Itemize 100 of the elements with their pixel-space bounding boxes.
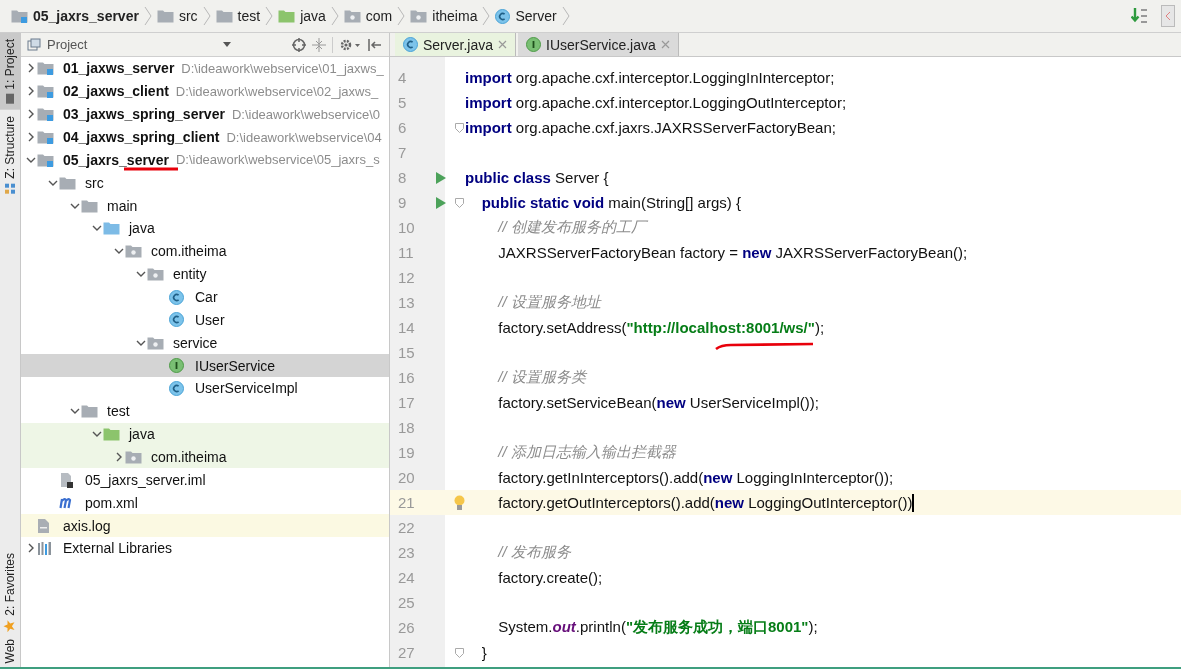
line-number: 17 (397, 394, 416, 411)
tree-row[interactable]: Car (21, 285, 389, 309)
tree-row[interactable]: pom.xml (21, 491, 389, 515)
breadcrumb-item[interactable]: 05_jaxrs_server (6, 8, 144, 24)
tree-row[interactable]: 05_jaxrs_server.iml (21, 468, 389, 492)
tree-item-label: User (195, 311, 225, 328)
tree-item-label: 05_jaxrs_server (63, 151, 169, 168)
package-icon (147, 267, 164, 282)
interface-icon (526, 37, 542, 52)
breadcrumb-item[interactable]: itheima (405, 8, 483, 24)
code-line: import org.apache.cxf.interceptor.LoggingInInterceptor; (465, 69, 835, 86)
tree-item-label: test (107, 403, 130, 420)
chevron-icon (202, 6, 211, 26)
tree-row[interactable]: 01_jaxws_server D:\ideawork\webservice\01_jaxws_ (21, 57, 389, 80)
code-line: factory.getOutInterceptors().add(new LoggingOutInterceptor()) (497, 494, 913, 511)
settings-icon[interactable] (339, 37, 361, 52)
code-line: factory.getInInterceptors().add(new LoggingInInterceptor()); (497, 469, 894, 486)
code-line: import org.apache.cxf.jaxrs.JAXRSServerFactoryBean; (465, 119, 836, 136)
line-number: 13 (397, 294, 416, 311)
editor-tab[interactable]: Server.java (395, 33, 517, 56)
tree-row[interactable]: UserServiceImpl (21, 377, 389, 400)
tree-row[interactable]: IUserService (21, 354, 389, 378)
tree-item-label: 01_jaxws_server (63, 60, 175, 77)
tree-item-label: axis.log (63, 517, 111, 534)
tree-row[interactable]: service (21, 331, 389, 355)
breadcrumb-item[interactable]: java (273, 8, 331, 24)
tree-row[interactable]: entity (21, 262, 389, 286)
line-number: 23 (397, 544, 416, 561)
lightbulb-icon[interactable] (454, 494, 465, 511)
module-folder-icon (37, 130, 54, 144)
chevron-icon (561, 6, 570, 26)
chevron-icon (265, 6, 274, 26)
code-line: factory.setAddress("http://localhost:8001/ws/"); (465, 319, 825, 336)
run-icon[interactable] (436, 171, 446, 184)
class-icon (169, 289, 184, 305)
file-icon (59, 471, 74, 488)
tree-row[interactable]: 03_jaxws_spring_server D:\ideawork\webservice\0 (21, 102, 389, 126)
code-line: // 创建发布服务的工厂 (496, 218, 646, 237)
hide-panel-icon[interactable] (367, 37, 383, 52)
tree-item-label: 03_jaxws_spring_server (63, 106, 225, 123)
line-number: 5 (397, 94, 408, 111)
code-line: // 添加日志输入输出拦截器 (496, 443, 676, 462)
sort-icon[interactable] (1131, 7, 1149, 25)
editor-tab[interactable]: IUserService.java (518, 33, 679, 56)
line-number: 15 (397, 344, 416, 361)
tree-row[interactable]: axis.log (21, 514, 389, 538)
tree-row[interactable]: java (21, 217, 389, 240)
module-folder-icon (37, 152, 54, 167)
class-icon (403, 37, 418, 52)
package-icon (147, 335, 164, 350)
tree-row[interactable]: main (21, 194, 389, 217)
target-icon[interactable] (292, 37, 306, 52)
tree-row[interactable]: com.itheima (21, 239, 389, 263)
tree-row[interactable]: External Libraries (21, 537, 389, 560)
run-icon[interactable] (436, 196, 446, 209)
line-number: 22 (397, 519, 416, 536)
line-number: 4 (397, 69, 408, 86)
tree-row[interactable]: src (21, 171, 389, 195)
breadcrumb-item[interactable]: test (210, 8, 266, 24)
breadcrumb-item[interactable]: src (151, 8, 203, 24)
dropdown-caret-icon[interactable] (223, 42, 231, 47)
tree-row[interactable]: User (21, 308, 389, 332)
tree-row[interactable]: 05_jaxrs_server D:\ideawork\webservice\05_jaxrs_s (21, 148, 389, 172)
chevron-icon (482, 6, 491, 26)
tool-window-tab[interactable]: Web (0, 638, 20, 667)
line-number: 6 (397, 119, 408, 136)
tree-item-label: java (129, 426, 155, 443)
module-folder-icon (37, 61, 54, 76)
tree-row[interactable]: java (21, 422, 389, 446)
tool-window-tab[interactable]: 1: Project (0, 33, 20, 110)
module-folder-icon (37, 107, 54, 122)
code-line: import org.apache.cxf.interceptor.LoggingOutInterceptor; (465, 94, 847, 111)
tool-window-tab[interactable]: 2: Favorites (0, 546, 20, 639)
line-number: 27 (397, 644, 416, 661)
line-number: 10 (397, 219, 416, 236)
star-icon (3, 619, 17, 633)
line-number: 21 (397, 494, 416, 511)
tool-window-tab[interactable]: Z: Structure (0, 109, 20, 201)
breadcrumb-item[interactable]: Server (490, 8, 562, 24)
code-line: public static void main(String[] args) { (480, 194, 741, 211)
tree-row[interactable]: 04_jaxws_spring_client D:\ideawork\webservice\04 (21, 125, 389, 149)
line-number: 20 (397, 469, 416, 486)
tree-row[interactable]: 02_jaxws_client D:\ideawork\webservice\02_jaxws_ (21, 79, 389, 103)
project-icon (27, 38, 41, 51)
package-icon (410, 9, 428, 23)
structure-icon (4, 182, 16, 195)
tree-row[interactable]: com.itheima (21, 445, 389, 469)
panel-title: Project (47, 37, 88, 52)
tree-row[interactable]: test (21, 399, 389, 423)
class-icon (495, 8, 511, 24)
file-icon (37, 517, 50, 534)
line-number: 24 (397, 569, 416, 586)
line-number: 16 (397, 369, 416, 386)
code-line: // 设置服务地址 (496, 293, 601, 312)
module-path: D:\ideawork\webservice\04 (226, 129, 382, 145)
class-icon (169, 380, 184, 396)
module-path: D:\ideawork\webservice\02_jaxws_ (175, 83, 379, 99)
line-number: 19 (397, 444, 416, 461)
tree-item-label: com.itheima (151, 243, 227, 260)
breadcrumb-item[interactable]: com (338, 8, 398, 24)
